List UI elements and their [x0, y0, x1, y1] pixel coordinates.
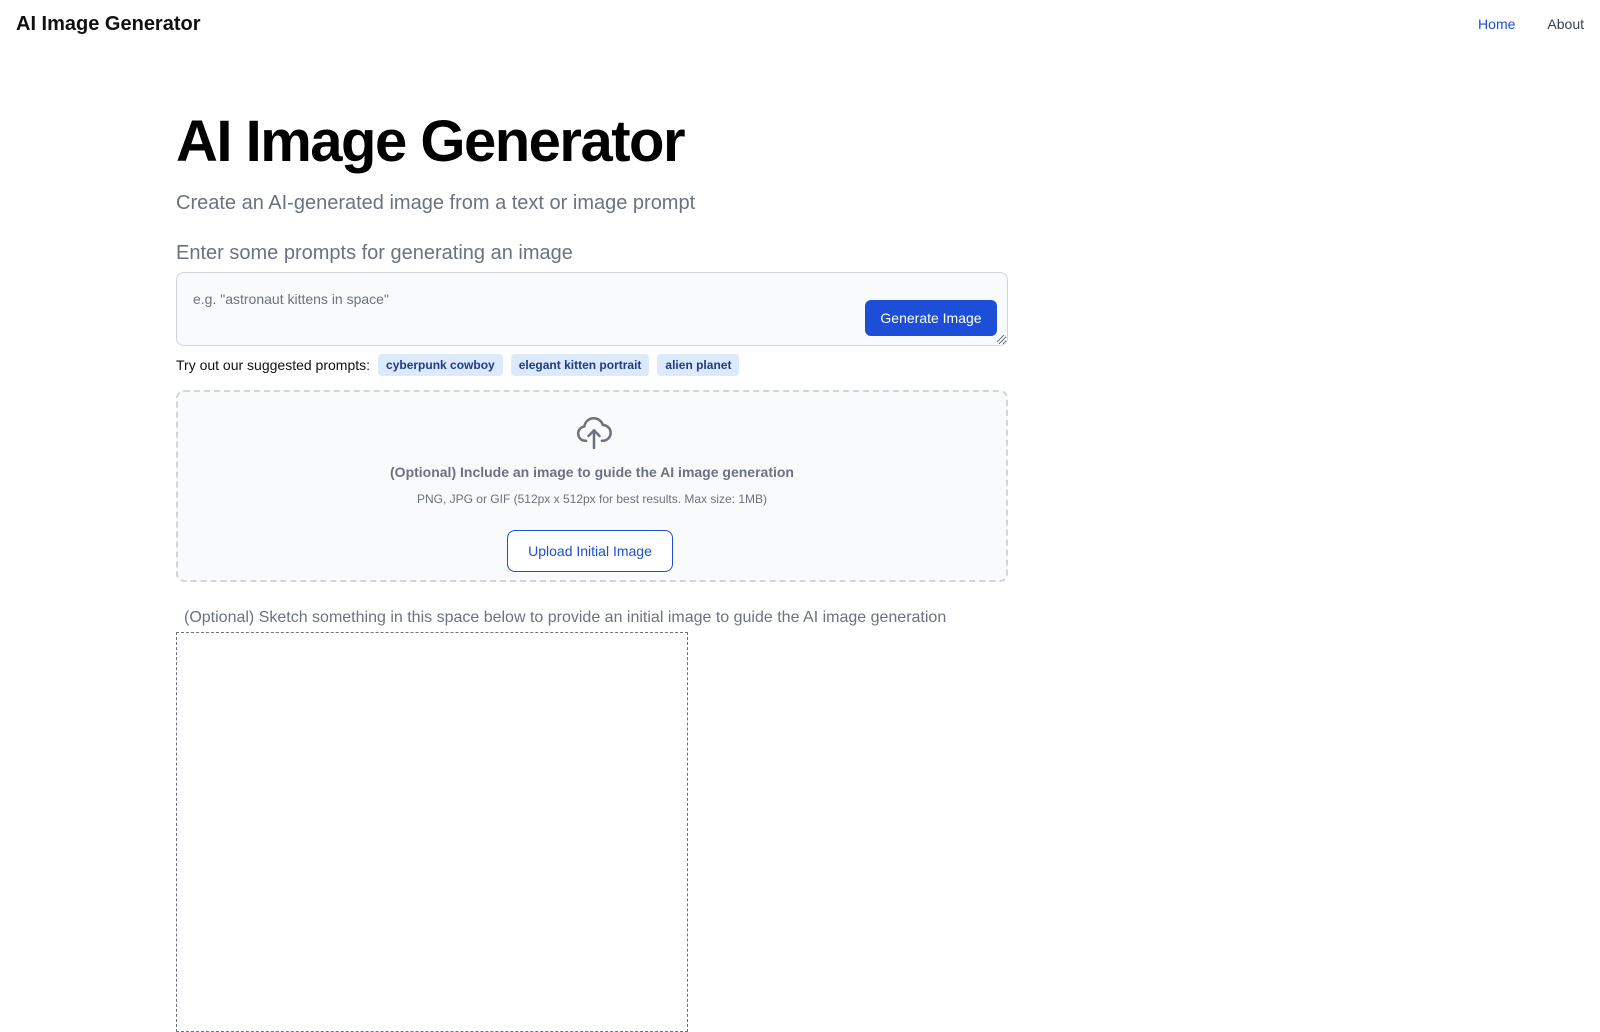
suggested-prompt-chip[interactable]: alien planet [657, 354, 740, 376]
upload-hint: PNG, JPG or GIF (512px x 512px for best … [416, 492, 768, 506]
suggested-prompts-label: Try out our suggested prompts: [176, 357, 371, 373]
page-title: AI Image Generator [176, 109, 686, 174]
main-nav: Home About [1478, 15, 1584, 33]
cloud-upload-icon [576, 416, 612, 450]
nav-home-link[interactable]: Home [1478, 15, 1515, 33]
brand-logo-text[interactable]: AI Image Generator [16, 12, 201, 36]
upload-initial-image-button[interactable]: Upload Initial Image [507, 530, 673, 572]
suggested-prompts: Try out our suggested prompts: cyberpunk… [176, 354, 1008, 376]
suggested-prompt-chip[interactable]: elegant kitten portrait [510, 354, 650, 376]
sketch-label: (Optional) Sketch something in this spac… [184, 609, 947, 626]
nav-about-link[interactable]: About [1547, 15, 1584, 33]
sketch-canvas[interactable] [176, 632, 688, 1032]
upload-title: (Optional) Include an image to guide the… [390, 464, 794, 480]
prompt-box: Generate Image [176, 272, 1008, 346]
generate-image-button[interactable]: Generate Image [865, 300, 997, 336]
main-content: AI Image Generator Create an AI-generate… [176, 106, 1008, 1032]
top-navbar: AI Image Generator Home About [0, 0, 1600, 48]
prompt-label: Enter some prompts for generating an ima… [176, 242, 573, 264]
suggested-prompt-chip[interactable]: cyberpunk cowboy [378, 354, 503, 376]
image-upload-dropzone[interactable]: (Optional) Include an image to guide the… [176, 390, 1008, 582]
page-subtitle: Create an AI-generated image from a text… [176, 192, 696, 214]
